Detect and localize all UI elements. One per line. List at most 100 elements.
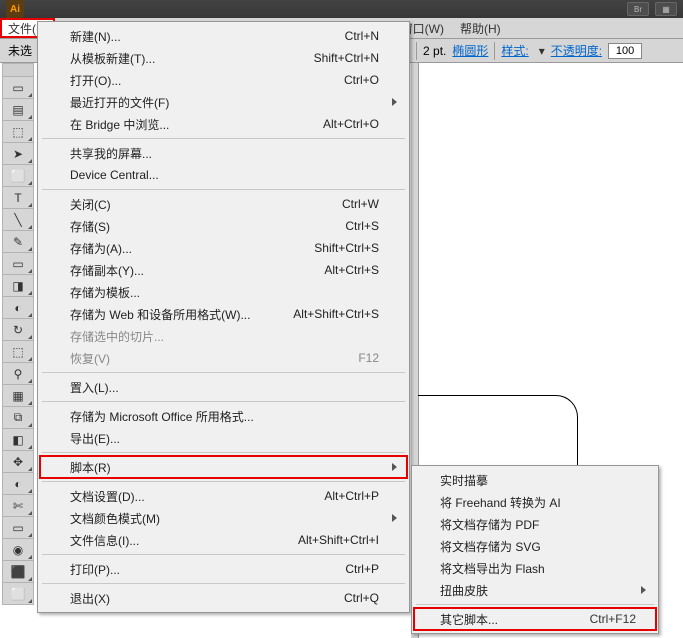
tool-button[interactable]: ▭ — [2, 517, 34, 539]
menu-shortcut: Ctrl+O — [344, 73, 379, 87]
menu-item[interactable]: 打开(O)...Ctrl+O — [40, 69, 407, 91]
tool-button[interactable]: ⬚ — [2, 341, 34, 363]
menu-item[interactable]: 存储为 Web 和设备所用格式(W)...Alt+Shift+Ctrl+S — [40, 303, 407, 325]
menu-shortcut: Alt+Ctrl+O — [323, 117, 379, 131]
opacity-input[interactable] — [608, 43, 642, 59]
menu-item: 恢复(V)F12 — [40, 347, 407, 369]
menu-item[interactable]: 共享我的屏幕... — [40, 142, 407, 164]
stroke-shape-link[interactable]: 椭圆形 — [452, 42, 488, 59]
menu-item[interactable]: 最近打开的文件(F) — [40, 91, 407, 113]
menu-item[interactable]: 关闭(C)Ctrl+W — [40, 193, 407, 215]
tool-button[interactable]: ▦ — [2, 385, 34, 407]
stroke-value[interactable]: 2 pt. — [423, 44, 446, 58]
tool-button[interactable]: ↻ — [2, 319, 34, 341]
menu-item[interactable]: 将 Freehand 转换为 AI — [414, 491, 656, 513]
menu-item-label: 将文档存储为 PDF — [440, 516, 539, 533]
menu-item-label: 文档颜色模式(M) — [70, 510, 160, 527]
menu-item[interactable]: 脚本(R) — [40, 456, 407, 478]
menu-item-label: 将文档导出为 Flash — [440, 560, 545, 577]
menu-item-label: 实时描摹 — [440, 472, 488, 489]
app-bar: Ai Br ▦ — [0, 0, 683, 18]
menu-item[interactable]: 在 Bridge 中浏览... Alt+Ctrl+O — [40, 113, 407, 135]
menu-item[interactable]: 存储(S)Ctrl+S — [40, 215, 407, 237]
tool-button[interactable]: ◉ — [2, 539, 34, 561]
submenu-arrow-icon — [641, 586, 646, 594]
submenu-arrow-icon — [392, 98, 397, 106]
canvas-shape — [418, 395, 578, 475]
menu-item-label: Device Central... — [70, 168, 159, 182]
tool-button[interactable]: ▭ — [2, 77, 34, 99]
menu-item[interactable]: 打印(P)...Ctrl+P — [40, 558, 407, 580]
menu-item[interactable]: 扭曲皮肤 — [414, 579, 656, 601]
menu-shortcut: Alt+Ctrl+P — [324, 489, 379, 503]
menu-shortcut: Ctrl+Q — [344, 591, 379, 605]
tool-button[interactable]: ◐ — [2, 473, 34, 495]
tool-button[interactable]: ⧉ — [2, 407, 34, 429]
style-label[interactable]: 样式: — [501, 42, 528, 59]
tool-button[interactable]: ╲ — [2, 209, 34, 231]
tool-button[interactable]: ▤ — [2, 99, 34, 121]
arrange-button[interactable]: ▦ — [655, 2, 677, 16]
submenu-arrow-icon — [392, 463, 397, 471]
menu-item-label: 存储为 Microsoft Office 所用格式... — [70, 408, 254, 425]
doc-label: 未选 — [8, 42, 32, 59]
menu-item-label: 存储为(A)... — [70, 240, 132, 257]
menu-shortcut: Ctrl+P — [345, 562, 379, 576]
menu-shortcut: Ctrl+S — [345, 219, 379, 233]
menu-separator — [42, 554, 405, 555]
menu-item-label: 文件信息(I)... — [70, 532, 139, 549]
menu-item-label: 退出(X) — [70, 590, 110, 607]
tool-button[interactable]: ⚲ — [2, 363, 34, 385]
menu-item[interactable]: 文档设置(D)...Alt+Ctrl+P — [40, 485, 407, 507]
menu-item-label: 共享我的屏幕... — [70, 145, 152, 162]
menu-item-label: 从模板新建(T)... — [70, 50, 155, 67]
opacity-label[interactable]: 不透明度: — [551, 42, 602, 59]
tool-button[interactable]: ✎ — [2, 231, 34, 253]
menu-shortcut: Shift+Ctrl+S — [314, 241, 379, 255]
tool-button[interactable]: ⬜ — [2, 583, 34, 605]
menu-item[interactable]: 文档颜色模式(M) — [40, 507, 407, 529]
menu-item-label: 导出(E)... — [70, 430, 120, 447]
menu-item[interactable]: 实时描摹 — [414, 469, 656, 491]
tool-button[interactable]: ⬛ — [2, 561, 34, 583]
menu-item-label: 在 Bridge 中浏览... — [70, 116, 169, 133]
menu-item[interactable]: 存储为 Microsoft Office 所用格式... — [40, 405, 407, 427]
tool-button[interactable]: ◐ — [2, 297, 34, 319]
menu-item-label: 脚本(R) — [70, 459, 111, 476]
menu-item[interactable]: 将文档存储为 PDF — [414, 513, 656, 535]
tool-button[interactable]: ◧ — [2, 429, 34, 451]
menu-item[interactable]: 置入(L)... — [40, 376, 407, 398]
menu-item[interactable]: 新建(N)...Ctrl+N — [40, 25, 407, 47]
menu-item[interactable]: 存储为(A)... Shift+Ctrl+S — [40, 237, 407, 259]
menu-item[interactable]: Device Central... — [40, 164, 407, 186]
menubar-item[interactable]: 帮助(H) — [452, 18, 509, 38]
menu-item[interactable]: 退出(X) Ctrl+Q — [40, 587, 407, 609]
menu-item-label: 存储为模板... — [70, 284, 140, 301]
style-swatch[interactable]: ▾ — [539, 44, 545, 58]
menu-shortcut: Alt+Ctrl+S — [324, 263, 379, 277]
menu-item[interactable]: 将文档导出为 Flash — [414, 557, 656, 579]
tool-button[interactable]: T — [2, 187, 34, 209]
tool-button[interactable]: ➤ — [2, 143, 34, 165]
menu-item[interactable]: 导出(E)... — [40, 427, 407, 449]
tool-button[interactable]: ◨ — [2, 275, 34, 297]
menu-item[interactable]: 存储为模板... — [40, 281, 407, 303]
menu-separator — [42, 401, 405, 402]
file-menu: 新建(N)...Ctrl+N从模板新建(T)...Shift+Ctrl+N打开(… — [37, 21, 410, 613]
separator — [416, 42, 417, 60]
tool-button[interactable]: ✥ — [2, 451, 34, 473]
menu-item[interactable]: 从模板新建(T)...Shift+Ctrl+N — [40, 47, 407, 69]
tool-button[interactable]: ⬚ — [2, 121, 34, 143]
menu-separator — [416, 604, 654, 605]
menu-item[interactable]: 文件信息(I)...Alt+Shift+Ctrl+I — [40, 529, 407, 551]
tool-button[interactable]: ✄ — [2, 495, 34, 517]
menu-item[interactable]: 存储副本(Y)...Alt+Ctrl+S — [40, 259, 407, 281]
tool-button[interactable]: ▭ — [2, 253, 34, 275]
toolbox: ▭▤⬚➤⬜T╲✎▭◨◐↻⬚⚲▦⧉◧✥◐✄▭◉⬛⬜ — [2, 63, 34, 605]
bridge-button[interactable]: Br — [627, 2, 649, 16]
menu-separator — [42, 481, 405, 482]
menu-item[interactable]: 将文档存储为 SVG — [414, 535, 656, 557]
menu-item[interactable]: 其它脚本...Ctrl+F12 — [414, 608, 656, 630]
script-submenu: 实时描摹将 Freehand 转换为 AI 将文档存储为 PDF 将文档存储为 SV… — [411, 465, 659, 634]
tool-button[interactable]: ⬜ — [2, 165, 34, 187]
